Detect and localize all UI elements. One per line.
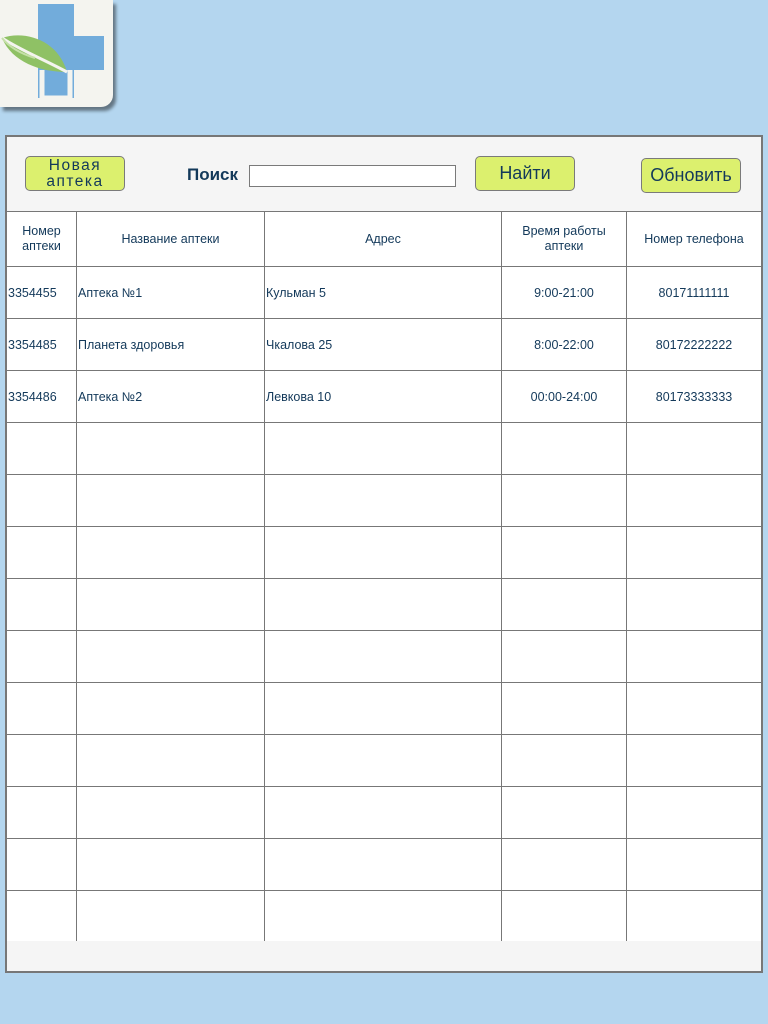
cell-name[interactable] bbox=[76, 578, 265, 631]
cell-hours[interactable]: 8:00-22:00 bbox=[501, 318, 627, 371]
cell-name[interactable] bbox=[76, 786, 265, 839]
cell-phone[interactable] bbox=[626, 526, 762, 579]
cell-phone[interactable]: 80172222222 bbox=[626, 318, 762, 371]
table-row[interactable] bbox=[6, 682, 762, 735]
cell-number[interactable] bbox=[6, 526, 77, 579]
table-row[interactable] bbox=[6, 890, 762, 943]
new-pharmacy-button-label: Новая аптека bbox=[46, 156, 104, 190]
cell-address[interactable] bbox=[264, 422, 502, 475]
table-row[interactable] bbox=[6, 786, 762, 839]
cell-address[interactable] bbox=[264, 890, 502, 943]
column-header-address[interactable]: Адрес bbox=[264, 211, 502, 267]
cell-number[interactable] bbox=[6, 734, 77, 787]
cell-number[interactable] bbox=[6, 474, 77, 527]
cell-address[interactable]: Кульман 5 bbox=[264, 266, 502, 319]
cell-name[interactable] bbox=[76, 838, 265, 891]
cell-address[interactable] bbox=[264, 786, 502, 839]
table-body: 3354455 Аптека №1 Кульман 5 9:00-21:00 80171… bbox=[6, 266, 762, 943]
table-row[interactable] bbox=[6, 422, 762, 475]
table-header-row: Номер аптеки Название аптеки Адрес Время… bbox=[6, 211, 762, 267]
table-row[interactable] bbox=[6, 578, 762, 631]
column-header-name[interactable]: Название аптеки bbox=[76, 211, 265, 267]
cell-phone[interactable] bbox=[626, 422, 762, 475]
cell-phone[interactable]: 80171111111 bbox=[626, 266, 762, 319]
table-row[interactable]: 3354486 Аптека №2 Левкова 10 00:00-24:00 801… bbox=[6, 370, 762, 423]
cell-name[interactable] bbox=[76, 526, 265, 579]
cell-name[interactable] bbox=[76, 734, 265, 787]
cell-name[interactable] bbox=[76, 422, 265, 475]
cell-name[interactable]: Аптека №1 bbox=[76, 266, 265, 319]
cell-number[interactable] bbox=[6, 890, 77, 943]
table-row[interactable] bbox=[6, 838, 762, 891]
table-row[interactable] bbox=[6, 630, 762, 683]
column-header-hours[interactable]: Время работы аптеки bbox=[501, 211, 627, 267]
cell-hours[interactable] bbox=[501, 474, 627, 527]
cell-name[interactable] bbox=[76, 682, 265, 735]
cell-phone[interactable] bbox=[626, 786, 762, 839]
cell-number[interactable] bbox=[6, 578, 77, 631]
cell-address[interactable] bbox=[264, 734, 502, 787]
cell-phone[interactable] bbox=[626, 838, 762, 891]
table-row[interactable] bbox=[6, 734, 762, 787]
cell-name[interactable]: Планета здоровья bbox=[76, 318, 265, 371]
table-row[interactable]: 3354455 Аптека №1 Кульман 5 9:00-21:00 80171… bbox=[6, 266, 762, 319]
refresh-button[interactable]: Обновить bbox=[641, 158, 741, 193]
new-pharmacy-button[interactable]: Новая аптека bbox=[25, 156, 125, 191]
cell-hours[interactable] bbox=[501, 422, 627, 475]
cell-hours[interactable] bbox=[501, 578, 627, 631]
cell-phone[interactable] bbox=[626, 578, 762, 631]
cell-hours[interactable]: 9:00-21:00 bbox=[501, 266, 627, 319]
cell-number[interactable] bbox=[6, 838, 77, 891]
cell-address[interactable] bbox=[264, 578, 502, 631]
cell-number[interactable] bbox=[6, 786, 77, 839]
table-row[interactable]: 3354485 Планета здоровья Чкалова 25 8:00-22… bbox=[6, 318, 762, 371]
cell-address[interactable] bbox=[264, 630, 502, 683]
cell-number[interactable]: 3354485 bbox=[6, 318, 77, 371]
cell-address[interactable]: Левкова 10 bbox=[264, 370, 502, 423]
cell-hours[interactable] bbox=[501, 682, 627, 735]
cell-number[interactable]: 3354455 bbox=[6, 266, 77, 319]
search-input[interactable] bbox=[249, 165, 456, 187]
pharmacy-table: Номер аптеки Название аптеки Адрес Время… bbox=[6, 211, 762, 943]
cell-hours[interactable] bbox=[501, 630, 627, 683]
cell-hours[interactable] bbox=[501, 890, 627, 943]
footer-bar bbox=[7, 941, 761, 971]
cell-address[interactable]: Чкалова 25 bbox=[264, 318, 502, 371]
cell-address[interactable] bbox=[264, 838, 502, 891]
cell-hours[interactable] bbox=[501, 786, 627, 839]
cell-phone[interactable] bbox=[626, 682, 762, 735]
cell-hours[interactable]: 00:00-24:00 bbox=[501, 370, 627, 423]
find-button[interactable]: Найти bbox=[475, 156, 575, 191]
cell-address[interactable] bbox=[264, 526, 502, 579]
cell-phone[interactable] bbox=[626, 630, 762, 683]
cell-name[interactable]: Аптека №2 bbox=[76, 370, 265, 423]
table-row[interactable] bbox=[6, 474, 762, 527]
logo bbox=[0, 0, 113, 107]
cell-hours[interactable] bbox=[501, 734, 627, 787]
cell-phone[interactable] bbox=[626, 734, 762, 787]
cell-hours[interactable] bbox=[501, 526, 627, 579]
column-header-number[interactable]: Номер аптеки bbox=[6, 211, 77, 267]
cell-name[interactable] bbox=[76, 890, 265, 943]
cell-number[interactable] bbox=[6, 422, 77, 475]
cell-phone[interactable] bbox=[626, 474, 762, 527]
table-row[interactable] bbox=[6, 526, 762, 579]
search-label: Поиск bbox=[187, 165, 239, 184]
cell-phone[interactable]: 80173333333 bbox=[626, 370, 762, 423]
cell-name[interactable] bbox=[76, 630, 265, 683]
toolbar: Новая аптека Поиск Найти Обновить bbox=[7, 137, 761, 211]
cell-address[interactable] bbox=[264, 474, 502, 527]
cell-address[interactable] bbox=[264, 682, 502, 735]
pharmacy-panel: Новая аптека Поиск Найти Обновить Номер … bbox=[5, 135, 763, 973]
pharmacy-cross-leaf-icon bbox=[1, 4, 104, 101]
cell-hours[interactable] bbox=[501, 838, 627, 891]
cell-number[interactable] bbox=[6, 630, 77, 683]
cell-number[interactable] bbox=[6, 682, 77, 735]
cell-number[interactable]: 3354486 bbox=[6, 370, 77, 423]
column-header-phone[interactable]: Номер телефона bbox=[626, 211, 762, 267]
cell-name[interactable] bbox=[76, 474, 265, 527]
cell-phone[interactable] bbox=[626, 890, 762, 943]
